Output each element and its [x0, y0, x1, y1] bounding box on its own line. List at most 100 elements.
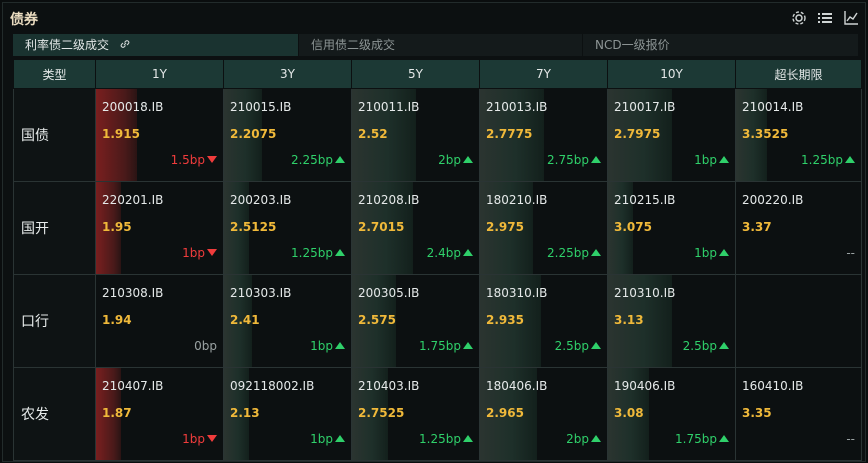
panel-header: 债券: [3, 3, 865, 33]
tab-credit-bond[interactable]: 信用债二级成交: [299, 34, 583, 56]
bond-cell[interactable]: 092118002.IB 2.13 1bp: [223, 367, 352, 461]
yield-change: 2.25bp: [291, 153, 345, 167]
column-header-5y[interactable]: 5Y: [351, 59, 480, 89]
bond-cell-content[interactable]: 200018.IB 1.915 1.5bp: [96, 89, 223, 181]
yield-change: 2.25bp: [547, 246, 601, 260]
bond-cell[interactable]: 210403.IB 2.7525 1.25bp: [351, 367, 480, 461]
bond-cell[interactable]: 210308.IB 1.94 0bp: [95, 274, 224, 368]
triangle-up-icon: [335, 156, 345, 163]
bond-cell-content[interactable]: [736, 275, 861, 367]
yield-change-value: 1.75bp: [419, 339, 461, 353]
bond-code: 200305.IB: [358, 286, 420, 300]
bond-cell-content[interactable]: 200305.IB 2.575 1.75bp: [352, 275, 479, 367]
bond-code: 220201.IB: [102, 193, 164, 207]
bond-code: 210303.IB: [230, 286, 292, 300]
bond-cell[interactable]: 200203.IB 2.5125 1.25bp: [223, 181, 352, 275]
bond-cell[interactable]: 210215.IB 3.075 1bp: [607, 181, 736, 275]
yield-change-value: 1bp: [694, 246, 717, 260]
bond-yield: 2.7015: [358, 220, 405, 234]
column-header-1y[interactable]: 1Y: [95, 59, 224, 89]
bond-cell-content[interactable]: 180210.IB 2.975 2.25bp: [480, 182, 607, 274]
yield-change: 1.75bp: [675, 432, 729, 446]
bond-code: 210208.IB: [358, 193, 420, 207]
row-type-label: 农发: [13, 367, 96, 461]
bond-cell-content[interactable]: 210014.IB 3.3525 1.25bp: [736, 89, 861, 181]
bond-cell-content[interactable]: 190406.IB 3.08 1.75bp: [608, 368, 735, 460]
link-icon[interactable]: [119, 35, 131, 57]
gear-icon[interactable]: [791, 10, 807, 26]
bond-cell[interactable]: 200305.IB 2.575 1.75bp: [351, 274, 480, 368]
yield-change-value: 2.5bp: [682, 339, 717, 353]
bond-cell[interactable]: 220201.IB 1.95 1bp: [95, 181, 224, 275]
bond-cell-content[interactable]: 210403.IB 2.7525 1.25bp: [352, 368, 479, 460]
bond-cell-content[interactable]: 220201.IB 1.95 1bp: [96, 182, 223, 274]
yield-change-value: --: [846, 432, 855, 446]
column-header-ultra-long[interactable]: 超长期限: [735, 59, 862, 89]
bond-code: 180406.IB: [486, 379, 548, 393]
column-header-10y[interactable]: 10Y: [607, 59, 736, 89]
bond-cell-content[interactable]: 210011.IB 2.52 2bp: [352, 89, 479, 181]
yield-change-value: 2.75bp: [547, 153, 589, 167]
bond-cell-content[interactable]: 210015.IB 2.2075 2.25bp: [224, 89, 351, 181]
bond-cell-content[interactable]: 180406.IB 2.965 2bp: [480, 368, 607, 460]
bond-cell[interactable]: 210208.IB 2.7015 2.4bp: [351, 181, 480, 275]
bond-cell-content[interactable]: 210208.IB 2.7015 2.4bp: [352, 182, 479, 274]
bond-cell-content[interactable]: 200220.IB 3.37 --: [736, 182, 861, 274]
bond-cell[interactable]: 210303.IB 2.41 1bp: [223, 274, 352, 368]
bond-code: 210310.IB: [614, 286, 676, 300]
triangle-up-icon: [463, 342, 473, 349]
bond-cell[interactable]: 210017.IB 2.7975 1bp: [607, 88, 736, 182]
triangle-up-icon: [591, 435, 601, 442]
bond-cell-content[interactable]: 210303.IB 2.41 1bp: [224, 275, 351, 367]
bond-cell-content[interactable]: 210017.IB 2.7975 1bp: [608, 89, 735, 181]
yield-change: 1.25bp: [291, 246, 345, 260]
bond-cell-content[interactable]: 210013.IB 2.7775 2.75bp: [480, 89, 607, 181]
tab-ncd-quote[interactable]: NCD一级报价: [583, 34, 859, 56]
chart-icon[interactable]: [843, 10, 859, 26]
bond-yield: 1.915: [102, 127, 140, 141]
bond-cell[interactable]: 200220.IB 3.37 --: [735, 181, 862, 275]
bond-cell-content[interactable]: 200203.IB 2.5125 1.25bp: [224, 182, 351, 274]
bond-cell-content[interactable]: 160410.IB 3.35 --: [736, 368, 861, 460]
bond-cell[interactable]: [735, 274, 862, 368]
bond-cell[interactable]: 210013.IB 2.7775 2.75bp: [479, 88, 608, 182]
bond-code: 210011.IB: [358, 100, 420, 114]
bond-code: 180210.IB: [486, 193, 548, 207]
bond-cell[interactable]: 200018.IB 1.915 1.5bp: [95, 88, 224, 182]
yield-change: 2.4bp: [427, 246, 473, 260]
yield-change-value: 1bp: [182, 246, 205, 260]
yield-change-value: 1bp: [182, 432, 205, 446]
yield-change: 1.5bp: [171, 153, 217, 167]
bond-cell[interactable]: 180210.IB 2.975 2.25bp: [479, 181, 608, 275]
bond-cell[interactable]: 210407.IB 1.87 1bp: [95, 367, 224, 461]
yield-change: 2.75bp: [547, 153, 601, 167]
bond-cell-content[interactable]: 180310.IB 2.935 2.5bp: [480, 275, 607, 367]
bond-cell[interactable]: 160410.IB 3.35 --: [735, 367, 862, 461]
triangle-up-icon: [719, 342, 729, 349]
list-icon[interactable]: [817, 10, 833, 26]
bond-cell[interactable]: 180406.IB 2.965 2bp: [479, 367, 608, 461]
bond-cell[interactable]: 210015.IB 2.2075 2.25bp: [223, 88, 352, 182]
bond-cell[interactable]: 190406.IB 3.08 1.75bp: [607, 367, 736, 461]
bond-cell[interactable]: 210011.IB 2.52 2bp: [351, 88, 480, 182]
bond-code: 210407.IB: [102, 379, 164, 393]
yield-change-value: 1.25bp: [419, 432, 461, 446]
tab-rate-bond[interactable]: 利率债二级成交: [13, 34, 299, 56]
column-header-7y[interactable]: 7Y: [479, 59, 608, 89]
bond-code: 210215.IB: [614, 193, 676, 207]
bond-cell[interactable]: 180310.IB 2.935 2.5bp: [479, 274, 608, 368]
bond-cell-content[interactable]: 210407.IB 1.87 1bp: [96, 368, 223, 460]
table-row: 国债 200018.IB 1.915 1.5bp 210015.IB 2.2075 2.25…: [13, 88, 862, 182]
yield-change-value: 2bp: [566, 432, 589, 446]
bond-cell-content[interactable]: 210310.IB 3.13 2.5bp: [608, 275, 735, 367]
row-type-label: 国债: [13, 88, 96, 182]
triangle-up-icon: [463, 156, 473, 163]
bond-cell-content[interactable]: 210308.IB 1.94 0bp: [96, 275, 223, 367]
header-row: 类型 1Y 3Y 5Y 7Y 10Y 超长期限: [13, 59, 862, 89]
bond-yield: 2.575: [358, 313, 396, 327]
bond-cell-content[interactable]: 092118002.IB 2.13 1bp: [224, 368, 351, 460]
column-header-3y[interactable]: 3Y: [223, 59, 352, 89]
bond-cell-content[interactable]: 210215.IB 3.075 1bp: [608, 182, 735, 274]
bond-cell[interactable]: 210310.IB 3.13 2.5bp: [607, 274, 736, 368]
bond-cell[interactable]: 210014.IB 3.3525 1.25bp: [735, 88, 862, 182]
